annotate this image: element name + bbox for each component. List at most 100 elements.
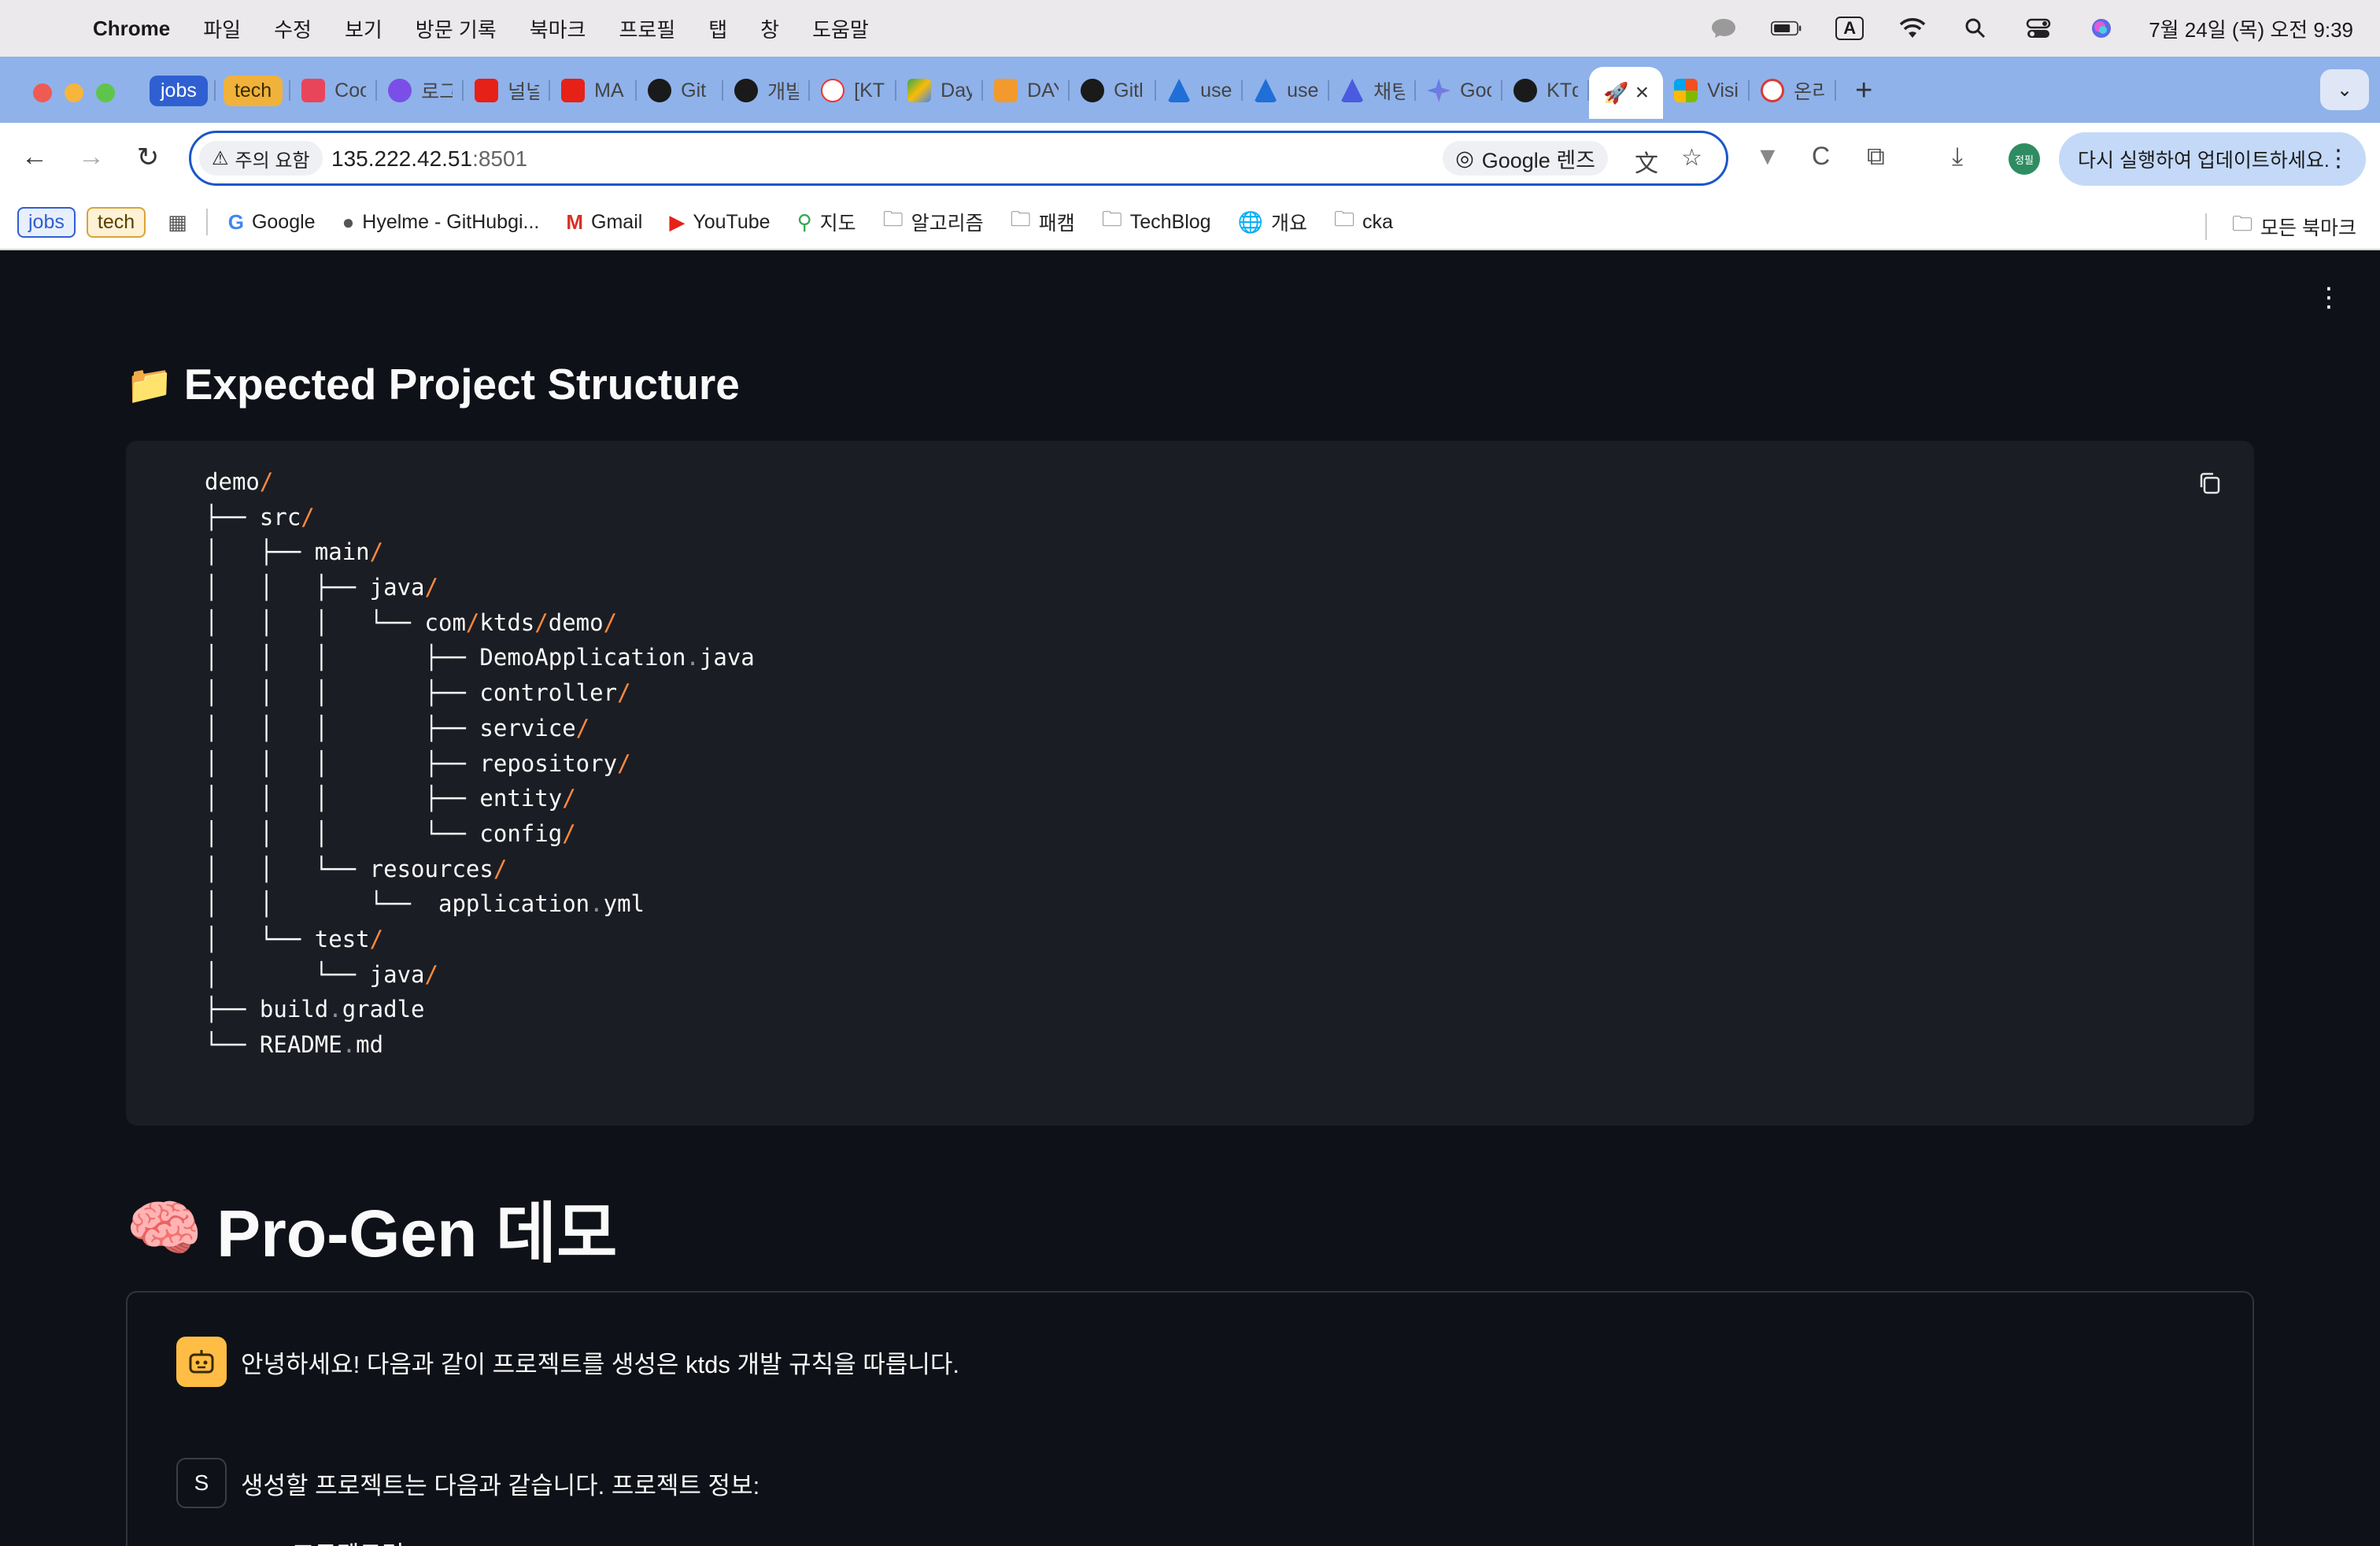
menu-profiles[interactable]: 프로필: [619, 14, 675, 43]
tab-title: 널널: [508, 81, 540, 103]
bookmark-folder[interactable]: 🗀 패캠: [1011, 205, 1075, 239]
app-menu-kebab-icon[interactable]: ⋮: [2315, 282, 2342, 313]
gmail-icon: M: [566, 209, 584, 234]
tab-item[interactable]: Visi: [1663, 66, 1750, 115]
google-lens-button[interactable]: ◎ Google 렌즈: [1443, 141, 1608, 176]
battery-icon[interactable]: [1771, 15, 1802, 42]
tab-title: Git: [681, 79, 707, 102]
tab-item[interactable]: Goo: [1416, 66, 1503, 115]
all-bookmarks-button[interactable]: 🗀 모든 북마크: [2205, 209, 2356, 244]
bookmark-group-jobs[interactable]: jobs: [17, 206, 76, 238]
tab-item[interactable]: 널널: [464, 66, 551, 115]
url-host: 135.222.42.51: [331, 146, 473, 171]
menu-edit[interactable]: 수정: [274, 14, 312, 43]
folder-icon: 🗀: [1010, 207, 1031, 231]
menu-view[interactable]: 보기: [345, 14, 382, 43]
tab-title: DAY: [1027, 79, 1059, 102]
siri-icon[interactable]: [2086, 15, 2117, 42]
tab-item[interactable]: Git: [637, 66, 724, 115]
extensions-puzzle-icon[interactable]: ⧉: [1867, 142, 1885, 172]
menu-tab[interactable]: 탭: [708, 14, 727, 43]
tab-item[interactable]: 채팅: [1329, 66, 1417, 115]
bookmark-folder[interactable]: 🗀 알고리즘: [883, 205, 984, 239]
spotlight-search-icon[interactable]: [1960, 15, 1991, 42]
tab-title: [KT: [854, 79, 885, 102]
window-minimize-button[interactable]: [65, 83, 83, 102]
update-chrome-button[interactable]: 다시 실행하여 업데이트하세요. ⋮: [2059, 132, 2366, 186]
user-message-text: 생성할 프로젝트는 다음과 같습니다. 프로젝트 정보:: [241, 1471, 760, 1500]
menu-bookmarks[interactable]: 북마크: [530, 14, 586, 43]
menu-history[interactable]: 방문 기록: [416, 14, 497, 43]
downloads-icon[interactable]: ⤓: [1952, 142, 1963, 172]
structure-heading-text: Expected Project Structure: [183, 360, 740, 409]
code-line: ├── build.gradle: [205, 996, 425, 1023]
window-zoom-button[interactable]: [96, 83, 115, 102]
google-drive-icon: [907, 79, 932, 102]
menu-file[interactable]: 파일: [203, 14, 241, 43]
extension-c-icon[interactable]: C: [1812, 142, 1830, 171]
bookmark-google[interactable]: G Google: [228, 210, 316, 235]
chrome-menu-kebab-icon[interactable]: ⋮: [2326, 145, 2350, 172]
window-close-button[interactable]: [33, 83, 52, 102]
bookmark-label: TechBlog: [1129, 210, 1211, 233]
bookmarks-bar: jobs tech ▦ G Google ● Hyelme - GitHubgi..…: [0, 195, 2380, 250]
url-text[interactable]: 135.222.42.51:8501: [331, 146, 527, 172]
wifi-icon[interactable]: [1897, 15, 1928, 42]
tab-item[interactable]: KTd: [1502, 66, 1590, 115]
bookmark-folder[interactable]: 🗀 cka: [1334, 205, 1393, 239]
menubar-clock[interactable]: 7월 24일 (목) 오전 9:39: [2149, 14, 2353, 43]
input-source-icon[interactable]: A: [1834, 15, 1865, 42]
address-bar[interactable]: ⚠ 주의 요함 135.222.42.51:8501 ◎ Google 렌즈 文…: [189, 131, 1728, 186]
tab-title: Coo: [334, 79, 367, 102]
tab-item[interactable]: use: [1156, 66, 1244, 115]
profile-avatar[interactable]: 정필: [2009, 143, 2040, 175]
menu-app-name[interactable]: Chrome: [93, 17, 170, 41]
new-tab-button[interactable]: +: [1855, 74, 1872, 108]
tab-item[interactable]: 개발: [723, 66, 811, 115]
tab-item[interactable]: Coo: [290, 66, 378, 115]
bookmark-label: 패캠: [1038, 213, 1075, 235]
bookmark-folder[interactable]: 🗀 TechBlog: [1102, 205, 1211, 239]
translate-icon[interactable]: 文: [1635, 144, 1658, 179]
code-line: │ │ │ └── com/ktds/demo/: [205, 608, 618, 636]
browser-toolbar: ← → ↻ ⚠ 주의 요함 135.222.42.51:8501 ◎ Googl…: [0, 123, 2380, 195]
back-arrow-icon[interactable]: ←: [17, 142, 52, 172]
forward-arrow-icon[interactable]: →: [74, 142, 109, 172]
menu-window[interactable]: 창: [760, 14, 779, 43]
code-line: │ │ ├── java/: [205, 574, 438, 601]
extension-v-icon[interactable]: ▼: [1755, 142, 1780, 171]
tab-group-jobs[interactable]: jobs: [142, 66, 216, 115]
bookmark-group-tech[interactable]: tech: [86, 206, 146, 238]
bookmark-youtube[interactable]: ▶ YouTube: [669, 210, 770, 235]
tab-close-icon[interactable]: ×: [1635, 80, 1650, 106]
bookmark-label: YouTube: [693, 210, 771, 233]
tab-item[interactable]: [KT: [810, 66, 897, 115]
control-center-icon[interactable]: [2023, 15, 2054, 42]
site-security-chip[interactable]: ⚠ 주의 요함: [199, 141, 323, 176]
bookmark-gmail[interactable]: M Gmail: [566, 210, 642, 235]
code-line: │ │ │ ├── DemoApplication.java: [205, 644, 755, 671]
bookmark-star-icon[interactable]: ☆: [1681, 144, 1702, 172]
reload-icon[interactable]: ↻: [131, 142, 165, 173]
bookmark-github[interactable]: ● Hyelme - GitHubgi...: [342, 210, 540, 235]
tab-active-streamlit[interactable]: 🚀 ×: [1589, 67, 1664, 119]
tab-item[interactable]: MA: [550, 66, 638, 115]
code-content[interactable]: demo/ ├── src/ │ ├── main/ │ │ ├── java/ │ │…: [205, 464, 755, 1063]
apps-grid-icon[interactable]: ▦: [168, 210, 187, 235]
tab-search-button[interactable]: ⌄: [2320, 69, 2369, 110]
copy-icon[interactable]: [2197, 471, 2223, 496]
bookmark-overview[interactable]: 🌐 개요: [1238, 208, 1307, 236]
tab-item[interactable]: 온리: [1750, 66, 1837, 115]
code-line: │ │ │ ├── repository/: [205, 749, 631, 777]
tab-item[interactable]: DAY: [983, 66, 1070, 115]
messages-status-icon[interactable]: [1708, 15, 1739, 42]
tab-title: Goo: [1460, 79, 1491, 102]
tab-item[interactable]: Gitl: [1070, 66, 1157, 115]
tab-item[interactable]: use: [1243, 66, 1330, 115]
code-line: │ │ └── application.yml: [205, 890, 645, 918]
tab-item[interactable]: Day: [896, 66, 984, 115]
bookmark-maps[interactable]: ⚲ 지도: [797, 208, 856, 236]
tab-item[interactable]: 로그: [377, 66, 464, 115]
menu-help[interactable]: 도움말: [812, 14, 869, 43]
tab-group-tech[interactable]: tech: [216, 66, 291, 115]
